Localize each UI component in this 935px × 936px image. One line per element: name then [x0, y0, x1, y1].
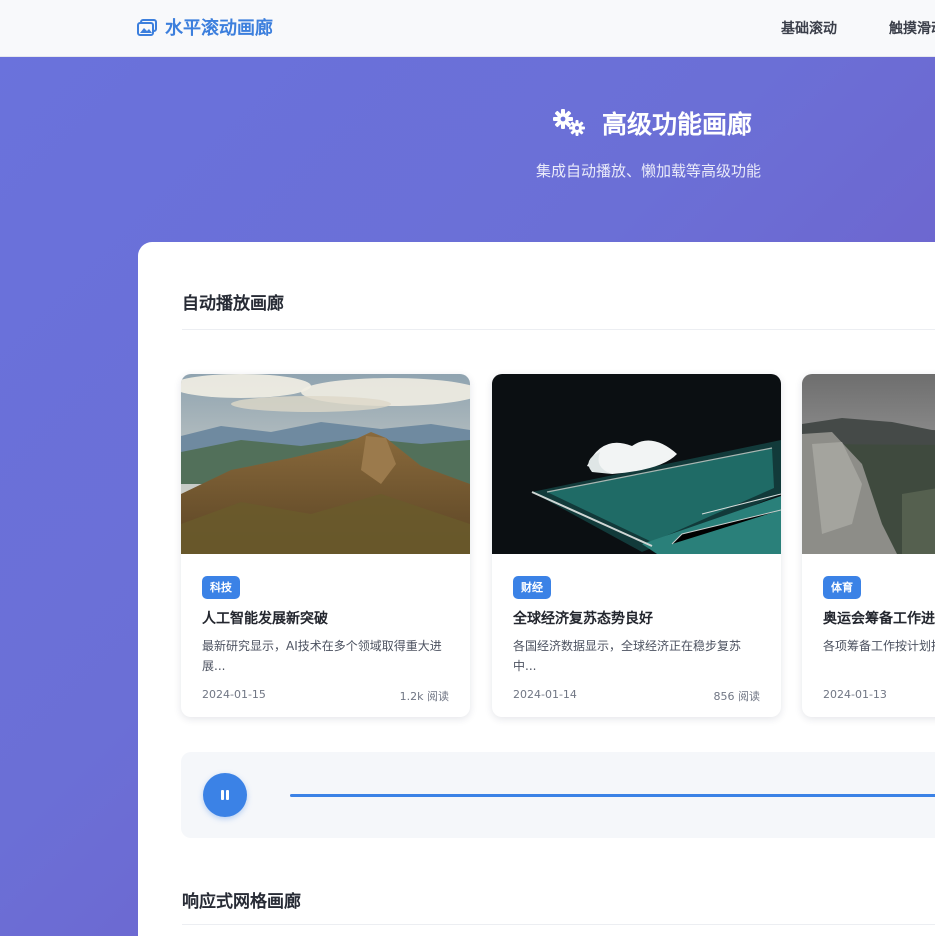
gallery-card[interactable]: 体育 奥运会筹备工作进展 各项筹备工作按计划推进工... 2024-01-13 [802, 374, 935, 717]
pause-icon [220, 790, 230, 800]
category-tag: 体育 [823, 576, 861, 599]
card-read-count: 856 阅读 [713, 690, 761, 703]
card-read-count: 1.2k 阅读 [399, 690, 449, 703]
autoplay-section-title: 自动播放画廊 [182, 294, 284, 314]
card-date: 2024-01-13 [823, 688, 887, 701]
card-image-rocky-hills [802, 374, 935, 554]
page: 水平滚动画廊 基础滚动 触摸滑动 高级功能画廊 集成自动播放、懒加载等高级功能 [0, 0, 935, 936]
category-tag: 财经 [513, 576, 551, 599]
autoplay-progress-bar[interactable] [290, 794, 935, 797]
card-date: 2024-01-15 [202, 688, 266, 701]
cogs-icon [553, 109, 585, 136]
card-image-mountains [181, 374, 470, 554]
card-description: 各国经济数据显示，全球经济正在稳步复苏中... [513, 639, 742, 673]
progress-fill [290, 794, 935, 797]
card-description: 最新研究显示，AI技术在多个领域取得重大进展... [202, 639, 442, 673]
card-meta: 2024-01-13 [823, 688, 935, 701]
brand-link[interactable]: 水平滚动画廊 [137, 15, 273, 39]
play-pause-button[interactable] [203, 773, 247, 817]
nav-link-basic-scroll[interactable]: 基础滚动 [781, 18, 837, 38]
card-description: 各项筹备工作按计划推进工... [823, 639, 935, 653]
section-divider [182, 329, 935, 330]
card-title: 人工智能发展新突破 [202, 611, 328, 627]
images-icon [137, 18, 157, 36]
category-tag: 科技 [202, 576, 240, 599]
card-title: 奥运会筹备工作进展 [823, 611, 935, 627]
card-image-ocean-pool [492, 374, 781, 554]
gallery-card[interactable]: 科技 人工智能发展新突破 最新研究显示，AI技术在多个领域取得重大进展... 2… [181, 374, 470, 717]
gallery-card[interactable]: 财经 全球经济复苏态势良好 各国经济数据显示，全球经济正在稳步复苏中... 20… [492, 374, 781, 717]
section-divider [182, 924, 935, 925]
brand-label: 水平滚动画廊 [165, 18, 273, 39]
card-meta: 2024-01-14 856 阅读 [513, 688, 760, 704]
hero-title-text: 高级功能画廊 [602, 110, 753, 139]
hero-subtitle: 集成自动播放、懒加载等高级功能 [536, 162, 762, 180]
card-meta: 2024-01-15 1.2k 阅读 [202, 688, 449, 704]
nav-link-touch-swipe[interactable]: 触摸滑动 [889, 18, 935, 38]
grid-section-title: 响应式网格画廊 [182, 892, 301, 912]
card-date: 2024-01-14 [513, 688, 577, 701]
gallery-panel: 自动播放画廊 科技 人工智能发展新突破 最新研究显示，AI技术在多个领域取得重大… [138, 242, 935, 936]
hero-title: 高级功能画廊 [552, 106, 752, 140]
top-navbar: 水平滚动画廊 基础滚动 触摸滑动 [0, 0, 935, 57]
card-title: 全球经济复苏态势良好 [513, 611, 653, 627]
autoplay-controls [181, 752, 935, 838]
